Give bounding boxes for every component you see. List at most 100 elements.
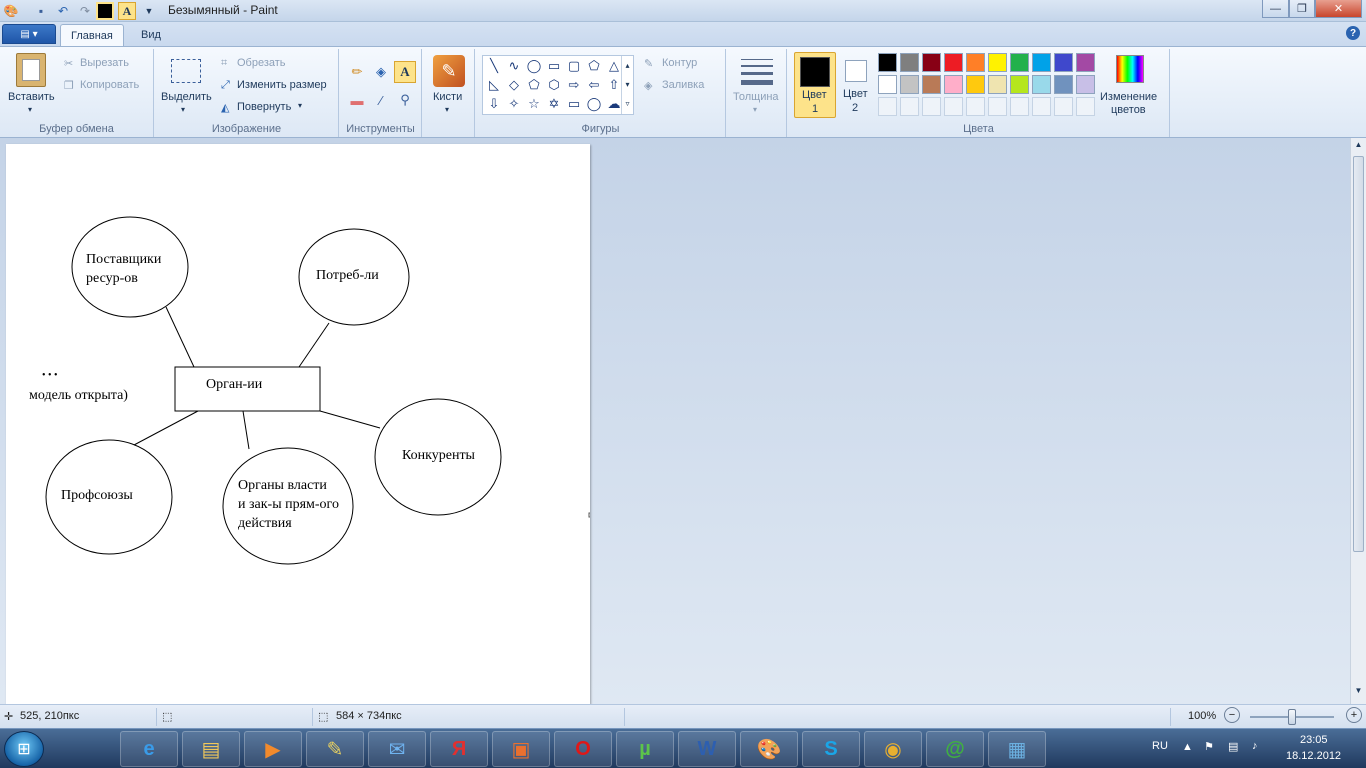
palette-swatch[interactable] — [900, 53, 919, 72]
palette-swatch[interactable] — [922, 75, 941, 94]
palette-swatch[interactable] — [900, 75, 919, 94]
opera-icon[interactable]: O — [554, 731, 612, 767]
yandex-icon[interactable]: Я — [430, 731, 488, 767]
zoom-out-icon[interactable]: − — [1224, 707, 1240, 723]
cut-button[interactable]: Вырезать — [80, 57, 129, 69]
palette-swatch[interactable] — [988, 53, 1007, 72]
curve-shape-icon[interactable]: ∿ — [505, 57, 523, 75]
clock-time[interactable]: 23:05 — [1300, 734, 1328, 746]
volume-icon[interactable]: ♪ — [1252, 740, 1258, 752]
start-button[interactable]: ⊞ — [4, 731, 44, 767]
redo-icon[interactable]: ↷ — [76, 2, 94, 20]
palette-swatch-empty[interactable] — [1054, 97, 1073, 116]
left-arrow-shape-icon[interactable]: ⇦ — [585, 76, 603, 94]
paste-icon[interactable] — [16, 53, 46, 87]
tray-expand-icon[interactable]: ▲ — [1182, 741, 1193, 753]
palette-swatch[interactable] — [944, 75, 963, 94]
vertical-scrollbar[interactable]: ▲ ▼ — [1350, 138, 1366, 704]
edit-colors-button-line2[interactable]: цветов — [1111, 104, 1146, 116]
outline-button[interactable]: Контур — [662, 57, 697, 69]
chrome-icon[interactable]: ◉ — [864, 731, 922, 767]
undo-icon[interactable]: ↶ — [54, 2, 72, 20]
brush-icon[interactable]: ✎ — [433, 55, 465, 87]
palette-swatch[interactable] — [878, 75, 897, 94]
select-icon[interactable] — [171, 59, 201, 83]
color-picker-icon[interactable]: ⁄ — [370, 89, 392, 111]
edit-colors-icon[interactable] — [1116, 55, 1144, 83]
copy-button[interactable]: Копировать — [80, 79, 139, 91]
palette-swatch[interactable] — [988, 75, 1007, 94]
zoom-slider-thumb[interactable] — [1288, 709, 1296, 725]
palette-swatch[interactable] — [1032, 75, 1051, 94]
palette-swatch[interactable] — [1032, 53, 1051, 72]
palette-swatch[interactable] — [1010, 75, 1029, 94]
clock-date[interactable]: 18.12.2012 — [1286, 750, 1341, 762]
magnifier-icon[interactable]: ⚲ — [394, 89, 416, 111]
mail-icon[interactable]: ✉ — [368, 731, 426, 767]
line-shape-icon[interactable]: ╲ — [485, 57, 503, 75]
media-player-icon[interactable]: ▶ — [244, 731, 302, 767]
minimize-button[interactable]: — — [1262, 0, 1289, 18]
palette-swatch[interactable] — [1076, 53, 1095, 72]
color2-button[interactable]: Цвет 2 — [842, 52, 870, 118]
fill-button[interactable]: Заливка — [662, 79, 704, 91]
thickness-icon[interactable] — [741, 59, 773, 85]
tab-home[interactable]: Главная — [60, 24, 124, 46]
paint-icon[interactable]: 🎨 — [740, 731, 798, 767]
pentagon-shape-icon[interactable]: ⬠ — [525, 76, 543, 94]
callout-rect-shape-icon[interactable]: ▭ — [565, 95, 583, 113]
hexagon-shape-icon[interactable]: ⬡ — [545, 76, 563, 94]
palette-swatch[interactable] — [966, 75, 985, 94]
palette-swatch[interactable] — [966, 53, 985, 72]
canvas-resize-handle[interactable] — [588, 512, 590, 518]
text-tool-icon[interactable]: A — [394, 61, 416, 83]
palette-swatch-empty[interactable] — [1010, 97, 1029, 116]
brushes-dropdown-icon[interactable]: ▾ — [445, 105, 449, 114]
palette-swatch-empty[interactable] — [944, 97, 963, 116]
six-star-shape-icon[interactable]: ✡ — [545, 95, 563, 113]
paint-app-icon[interactable]: 🎨 — [2, 2, 20, 20]
save-icon[interactable]: ▪ — [32, 2, 50, 20]
explorer-icon[interactable]: ▤ — [182, 731, 240, 767]
language-indicator[interactable]: RU — [1152, 740, 1168, 752]
rotate-button[interactable]: Повернуть — [237, 101, 291, 113]
select-button[interactable]: Выделить — [161, 91, 212, 103]
palette-swatch-empty[interactable] — [966, 97, 985, 116]
four-star-shape-icon[interactable]: ✧ — [505, 95, 523, 113]
palette-swatch-empty[interactable] — [878, 97, 897, 116]
app-menu-button[interactable]: ▤ ▾ — [2, 24, 56, 44]
callout-oval-shape-icon[interactable]: ◯ — [585, 95, 603, 113]
palette-swatch[interactable] — [922, 53, 941, 72]
ie-icon[interactable]: e — [120, 731, 178, 767]
maximize-button[interactable]: ❐ — [1289, 0, 1315, 18]
palette-swatch[interactable] — [1054, 75, 1073, 94]
right-triangle-shape-icon[interactable]: ◺ — [485, 76, 503, 94]
color1-button[interactable]: Цвет 1 — [794, 52, 836, 118]
scroll-up-icon[interactable]: ▲ — [1353, 140, 1364, 154]
palette-swatch[interactable] — [1076, 75, 1095, 94]
palette-swatch[interactable] — [878, 53, 897, 72]
palette-swatch-empty[interactable] — [900, 97, 919, 116]
scroll-down-icon[interactable]: ▼ — [1353, 686, 1364, 700]
right-arrow-shape-icon[interactable]: ⇨ — [565, 76, 583, 94]
fill-bucket-icon[interactable]: ◈ — [370, 61, 392, 83]
network-icon[interactable]: ▤ — [1228, 740, 1238, 753]
mail-agent-icon[interactable]: @ — [926, 731, 984, 767]
qat-dropdown-icon[interactable]: ▼ — [140, 2, 158, 20]
paste-button[interactable]: Вставить — [8, 91, 55, 103]
palette-swatch-empty[interactable] — [922, 97, 941, 116]
tab-view[interactable]: Вид — [131, 24, 171, 46]
brushes-button[interactable]: Кисти — [433, 91, 462, 103]
resize-button[interactable]: Изменить размер — [237, 79, 327, 91]
zoom-in-icon[interactable]: + — [1346, 707, 1362, 723]
skype-icon[interactable]: S — [802, 731, 860, 767]
close-button[interactable]: ✕ — [1315, 0, 1362, 18]
crop-button[interactable]: Обрезать — [237, 57, 286, 69]
utorrent-icon[interactable]: µ — [616, 731, 674, 767]
color-swatch-qat-icon[interactable] — [96, 2, 114, 20]
photo-viewer-icon[interactable]: ▦ — [988, 731, 1046, 767]
scroll-thumb[interactable] — [1353, 156, 1364, 552]
thickness-button[interactable]: Толщина — [733, 91, 779, 103]
rectangle-shape-icon[interactable]: ▭ — [545, 57, 563, 75]
diamond-shape-icon[interactable]: ◇ — [505, 76, 523, 94]
